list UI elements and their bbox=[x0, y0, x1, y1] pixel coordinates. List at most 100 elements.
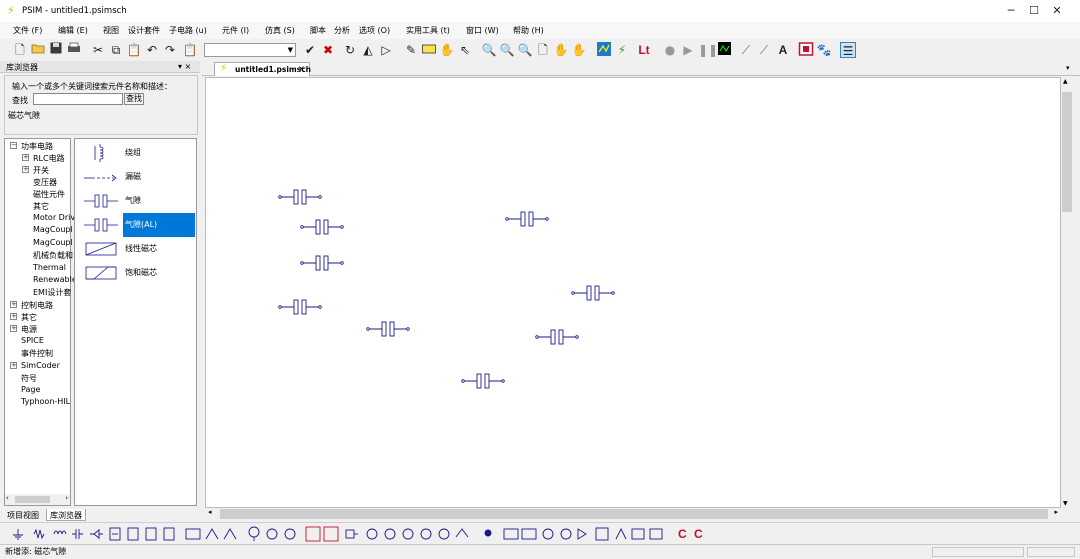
text-tool-icon[interactable]: A bbox=[775, 42, 791, 58]
comparator-icon[interactable] bbox=[185, 528, 201, 540]
element-winding[interactable]: 绕组 bbox=[76, 141, 196, 165]
voltmeter-icon[interactable] bbox=[266, 528, 278, 540]
tree-item-page[interactable]: Page bbox=[21, 385, 40, 394]
search-input[interactable] bbox=[33, 93, 123, 105]
scroll-left-icon[interactable]: ◂ bbox=[208, 508, 212, 516]
horizontal-scroll-thumb[interactable] bbox=[220, 509, 1048, 519]
tree-item-other-2[interactable]: 其它 bbox=[21, 312, 37, 323]
airgap-element[interactable] bbox=[461, 373, 505, 389]
menu-help[interactable]: 帮助 (H) bbox=[513, 25, 544, 36]
expand-toggle-icon[interactable]: + bbox=[10, 362, 17, 369]
airgap-element[interactable] bbox=[300, 255, 344, 271]
close-window-button[interactable]: ✕ bbox=[1034, 0, 1080, 22]
switch-icon[interactable] bbox=[109, 527, 121, 541]
cut-icon[interactable]: ✂ bbox=[90, 42, 106, 58]
tree-item-rlc[interactable]: RLC电路 bbox=[33, 153, 65, 164]
label-icon[interactable] bbox=[421, 42, 437, 58]
mosfet-icon[interactable] bbox=[163, 527, 175, 541]
expand-toggle-icon[interactable]: + bbox=[10, 301, 17, 308]
menu-utilities[interactable]: 实用工具 (t) bbox=[406, 25, 450, 36]
c-block-icon[interactable]: C bbox=[678, 527, 687, 541]
tree-item-symbols[interactable]: 符号 bbox=[21, 373, 37, 384]
capacitor-icon[interactable] bbox=[72, 529, 83, 539]
menu-analysis[interactable]: 分析 bbox=[334, 25, 350, 36]
menu-file[interactable]: 文件 (F) bbox=[13, 25, 42, 36]
menu-subcircuit[interactable]: 子电路 (u) bbox=[169, 25, 207, 36]
block-comp-icon[interactable] bbox=[577, 528, 587, 540]
tree-item-renewable[interactable]: Renewable bbox=[33, 275, 77, 284]
sine-source-icon[interactable] bbox=[384, 528, 396, 540]
element-airgap-al[interactable]: 气隙(AL) bbox=[76, 213, 196, 237]
run-hand-icon[interactable]: ✋ bbox=[553, 42, 569, 58]
voltage-sensor-icon[interactable] bbox=[223, 528, 237, 540]
tree-scrollbar[interactable]: ‹ › bbox=[5, 494, 70, 505]
ammeter-icon[interactable] bbox=[284, 528, 296, 540]
tree-item-magcoupl-2[interactable]: MagCoupl bbox=[33, 238, 73, 247]
tree-item-switch[interactable]: 开关 bbox=[33, 165, 49, 176]
tree-item-power[interactable]: 功率电路 bbox=[21, 141, 53, 152]
scope-probe2-icon[interactable] bbox=[323, 526, 339, 542]
zoom-icon[interactable]: 🔍 bbox=[481, 42, 497, 58]
inductor-icon[interactable] bbox=[53, 530, 67, 535]
tree-item-sources[interactable]: 电源 bbox=[21, 324, 37, 335]
tab-project-view[interactable]: 项目视图 bbox=[4, 509, 42, 521]
expand-toggle-icon[interactable]: + bbox=[22, 154, 29, 161]
menu-design-suite[interactable]: 设计套件 bbox=[128, 25, 160, 36]
flip-vertical-icon[interactable]: ▷ bbox=[378, 42, 394, 58]
label-node-icon[interactable] bbox=[484, 529, 492, 537]
wire-pencil-icon[interactable]: ✎ bbox=[403, 42, 419, 58]
open-folder-icon[interactable] bbox=[30, 42, 46, 58]
search-button[interactable]: 查找 bbox=[124, 93, 144, 105]
thyristor-icon[interactable] bbox=[127, 527, 139, 541]
panel-pin-close-icon[interactable]: ▾ × bbox=[178, 62, 191, 71]
tab-library-browser[interactable]: 库浏览器 bbox=[46, 509, 86, 521]
block-mult-icon[interactable] bbox=[560, 528, 572, 540]
schematic-canvas[interactable] bbox=[205, 77, 1061, 508]
airgap-element[interactable] bbox=[571, 285, 615, 301]
ltspice-icon[interactable]: Lt bbox=[636, 42, 652, 58]
menu-elements[interactable]: 元件 (I) bbox=[222, 25, 249, 36]
save-icon[interactable] bbox=[48, 42, 64, 58]
tree-item-motor-drive[interactable]: Motor Driv bbox=[33, 213, 75, 222]
expand-toggle-icon[interactable]: + bbox=[22, 166, 29, 173]
block-k-icon[interactable] bbox=[503, 528, 519, 540]
probe-icon[interactable]: ⟋ bbox=[738, 42, 754, 58]
tree-item-mech-load[interactable]: 机械负载和 bbox=[33, 250, 73, 261]
scroll-up-icon[interactable]: ▲ bbox=[1063, 78, 1068, 85]
print-icon[interactable] bbox=[66, 42, 82, 58]
block-pi-icon[interactable] bbox=[521, 528, 537, 540]
menu-view[interactable]: 视图 bbox=[103, 25, 119, 36]
scroll-right-icon[interactable]: ▸ bbox=[1054, 508, 1058, 516]
probe2-icon[interactable]: ⟋ bbox=[756, 42, 772, 58]
menu-edit[interactable]: 编辑 (E) bbox=[58, 25, 88, 36]
flip-horizontal-icon[interactable]: ◭ bbox=[360, 42, 376, 58]
menu-script[interactable]: 脚本 bbox=[310, 25, 326, 36]
calendar-icon[interactable] bbox=[798, 42, 814, 58]
expand-toggle-icon[interactable]: + bbox=[10, 325, 17, 332]
typhoon-icon[interactable]: 🐾 bbox=[816, 42, 832, 58]
menu-window[interactable]: 窗口 (W) bbox=[466, 25, 499, 36]
netlist-icon[interactable]: ☰ bbox=[840, 42, 856, 58]
block-sum-icon[interactable] bbox=[542, 528, 554, 540]
menu-options[interactable]: 选项 (O) bbox=[359, 25, 390, 36]
wire-check-icon[interactable]: ✔ bbox=[302, 42, 318, 58]
scroll-right-icon[interactable]: › bbox=[65, 494, 68, 502]
scope-icon[interactable] bbox=[716, 42, 732, 58]
opamp-icon[interactable] bbox=[205, 528, 219, 540]
element-leakage[interactable]: 漏磁 bbox=[76, 165, 196, 189]
resistor-icon[interactable] bbox=[33, 528, 45, 540]
simview-icon[interactable] bbox=[596, 42, 612, 58]
delete-x-icon[interactable]: ✖ bbox=[320, 42, 336, 58]
igbt-icon[interactable] bbox=[145, 527, 157, 541]
select-arrow-icon[interactable]: ⇖ bbox=[457, 42, 473, 58]
tree-item-magcoupl-1[interactable]: MagCoupl bbox=[33, 225, 73, 234]
pause-icon[interactable]: ❚❚ bbox=[698, 42, 718, 58]
zoom-select[interactable]: ▼ bbox=[204, 43, 296, 57]
step-icon[interactable] bbox=[345, 529, 358, 539]
redo-icon[interactable]: ↷ bbox=[162, 42, 178, 58]
vertical-scroll-thumb[interactable] bbox=[1062, 92, 1072, 212]
rotate-icon[interactable]: ↻ bbox=[342, 42, 358, 58]
square-source-icon[interactable] bbox=[402, 528, 414, 540]
ground-icon[interactable] bbox=[13, 529, 23, 540]
stop-hand-icon[interactable]: ✋ bbox=[571, 42, 587, 58]
